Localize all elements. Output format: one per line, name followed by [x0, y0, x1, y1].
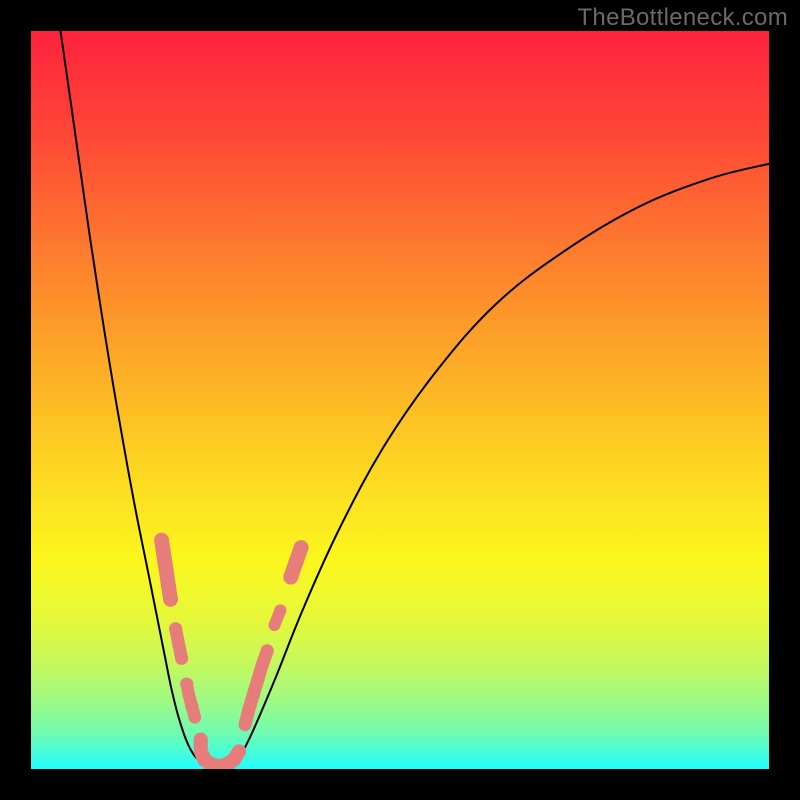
right-lower-cluster-dot-1: [242, 703, 255, 716]
left-upper-cluster-dot-0: [154, 533, 169, 548]
right-lower-cluster-dot-5: [261, 644, 274, 657]
right-mid-cluster-dot-0: [269, 619, 281, 631]
left-lower-cluster-dot-3: [189, 711, 201, 723]
bottleneck-curve: [61, 31, 770, 769]
floor-cluster-dot-0: [195, 734, 207, 746]
floor-cluster: [194, 734, 246, 769]
left-mid-cluster: [169, 622, 188, 665]
right-lower-cluster-dot-0: [239, 719, 251, 731]
left-mid-cluster-dot-0: [169, 622, 182, 635]
chart-frame: [31, 31, 769, 769]
bottleneck-curve-layer: [31, 31, 769, 769]
left-upper-cluster-dot-2: [159, 562, 174, 577]
left-mid-cluster-dot-1: [173, 638, 185, 650]
right-upper-cluster-dot-0: [283, 570, 298, 585]
right-upper-cluster: [283, 540, 308, 584]
right-upper-cluster-dot-1: [289, 555, 304, 570]
left-lower-cluster-dot-0: [180, 678, 193, 691]
right-mid-cluster-dot-1: [275, 604, 287, 616]
left-upper-cluster-dot-1: [156, 548, 171, 563]
floor-cluster-dot-8: [233, 745, 246, 758]
right-lower-cluster: [239, 644, 274, 730]
left-mid-cluster-dot-2: [175, 652, 188, 665]
right-lower-cluster-dot-2: [247, 689, 260, 702]
left-upper-cluster-dot-3: [161, 577, 176, 592]
right-mid-cluster: [269, 604, 287, 631]
left-upper-cluster-dot-4: [163, 592, 178, 607]
right-lower-cluster-dot-3: [251, 674, 264, 687]
left-lower-cluster-dot-1: [183, 689, 195, 701]
left-lower-cluster: [180, 678, 201, 724]
left-lower-cluster-dot-2: [185, 700, 198, 713]
site-watermark: TheBottleneck.com: [577, 4, 788, 32]
right-upper-cluster-dot-2: [294, 540, 309, 555]
left-upper-cluster: [154, 533, 178, 607]
right-lower-cluster-dot-4: [255, 659, 268, 672]
